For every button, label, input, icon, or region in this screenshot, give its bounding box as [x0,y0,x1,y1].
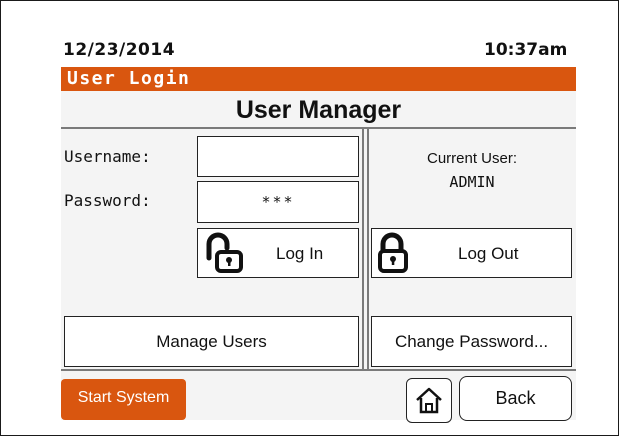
current-user-value: ADMIN [449,173,495,191]
current-user-label: Current User: [426,150,518,167]
password-value: *** [261,193,295,211]
manage-users-button[interactable]: Manage Users [64,316,359,367]
start-system-label: Start System [77,389,170,406]
home-icon [416,387,442,414]
home-button[interactable] [406,378,452,423]
divider-vertical-right [367,129,369,369]
password-field[interactable]: *** [197,181,359,223]
change-password-button[interactable]: Change Password... [371,316,572,367]
password-label: Password: [64,191,151,210]
manage-users-label: Manage Users [156,332,267,351]
divider-top [61,127,576,129]
lock-open-icon [206,232,243,273]
change-password-label: Change Password... [394,332,549,351]
back-button-label: Back [495,388,536,408]
login-button-label: Log In [276,244,324,263]
start-system-button[interactable]: Start System [61,379,186,420]
username-field[interactable] [197,136,359,177]
page-title: User Manager [235,96,402,124]
status-date: 12/23/2014 [63,40,176,60]
login-button[interactable]: Log In [197,228,359,278]
lock-closed-icon [378,232,408,273]
divider-bottom [61,369,576,371]
back-button[interactable]: Back [459,376,572,421]
title-bar: User Login [61,67,576,91]
divider-vertical-left [362,129,364,369]
title-bar-label: User Login [67,68,191,89]
username-label: Username: [64,147,151,166]
logout-button-label: Log Out [458,244,519,263]
status-time: 10:37am [484,40,568,60]
logout-button[interactable]: Log Out [371,228,572,278]
